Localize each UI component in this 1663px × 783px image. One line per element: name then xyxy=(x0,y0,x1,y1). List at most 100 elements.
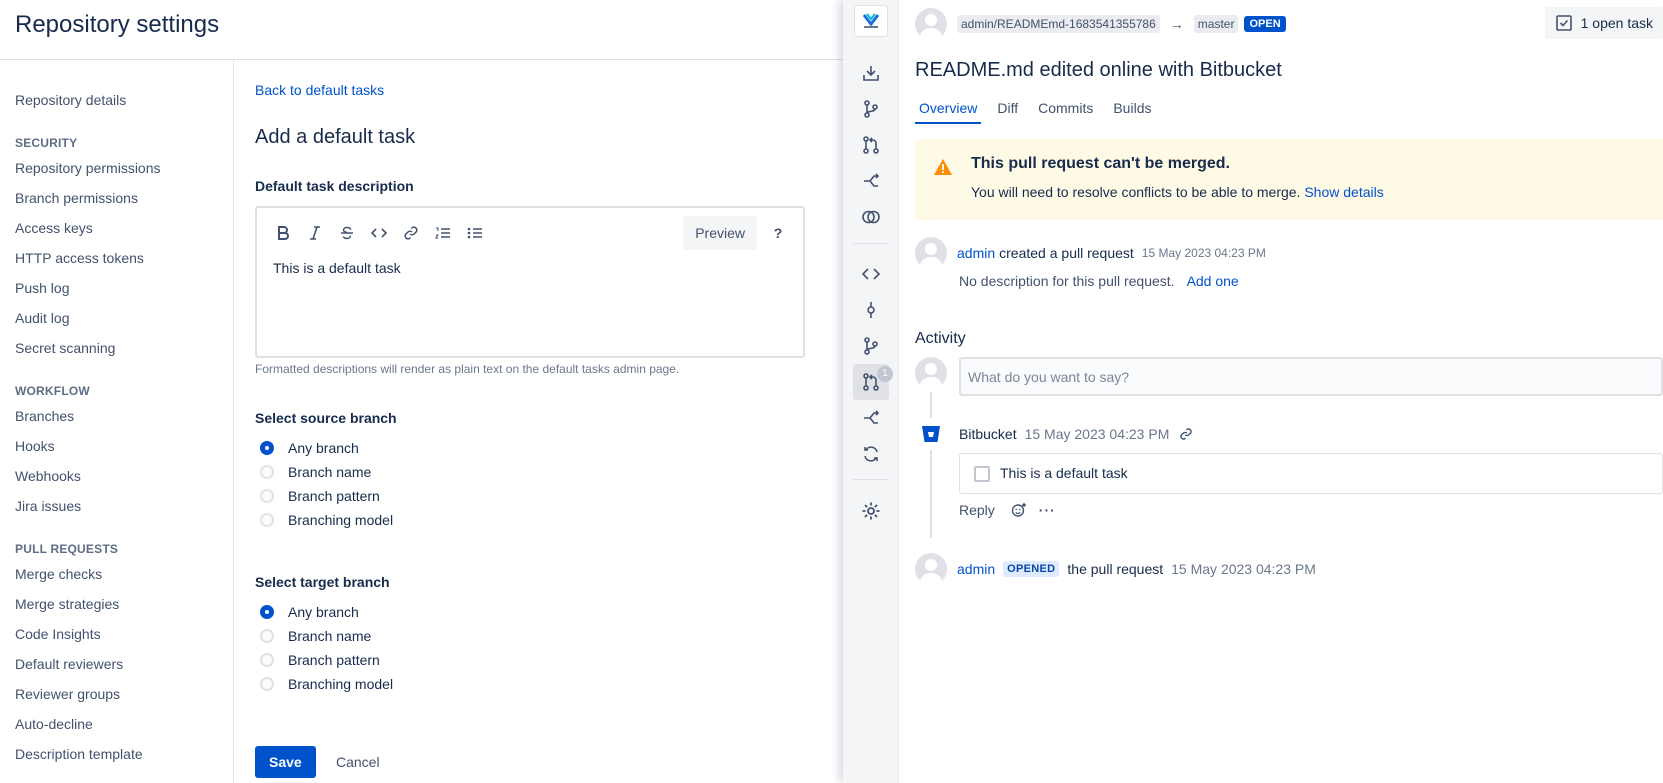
settings-sidebar: Repository details SECURITY Repository p… xyxy=(0,60,234,783)
pull-requests-icon[interactable]: 1 xyxy=(853,364,893,400)
nav-secret-scanning[interactable]: Secret scanning xyxy=(0,333,233,363)
link-icon[interactable] xyxy=(395,218,427,248)
comment-author: Bitbucket xyxy=(959,426,1017,442)
target-branch-ref[interactable]: master xyxy=(1193,15,1239,33)
nav-merge-strategies[interactable]: Merge strategies xyxy=(0,589,233,619)
radio-button[interactable] xyxy=(260,441,274,455)
compare-icon[interactable] xyxy=(853,199,889,235)
repository-settings-page: Repository settings Repository details S… xyxy=(0,0,843,783)
current-user-avatar xyxy=(915,357,947,389)
nav-access-keys[interactable]: Access keys xyxy=(0,213,233,243)
builds-icon[interactable] xyxy=(853,436,889,472)
pr-opened-event: admin OPENED the pull request 15 May 202… xyxy=(915,553,1316,585)
commits-icon[interactable] xyxy=(853,292,889,328)
help-button[interactable]: ? xyxy=(765,216,791,250)
task-checkbox[interactable] xyxy=(974,466,990,482)
radio-button[interactable] xyxy=(260,677,274,691)
bold-icon[interactable] xyxy=(267,218,299,248)
opened-badge: OPENED xyxy=(1003,561,1060,577)
cancel-button[interactable]: Cancel xyxy=(330,746,386,778)
comment-input[interactable] xyxy=(959,357,1663,396)
admin-avatar[interactable] xyxy=(915,237,947,269)
nav-code-insights[interactable]: Code Insights xyxy=(0,619,233,649)
nav-jira-issues[interactable]: Jira issues xyxy=(0,491,233,521)
forks-icon[interactable] xyxy=(853,400,889,436)
source-icon[interactable] xyxy=(853,256,889,292)
clone-icon[interactable] xyxy=(853,55,889,91)
show-details-link[interactable]: Show details xyxy=(1304,184,1383,200)
radio-label: Branching model xyxy=(288,676,394,692)
tab-overview[interactable]: Overview xyxy=(915,96,982,124)
nav-reviewer-groups[interactable]: Reviewer groups xyxy=(0,679,233,709)
target-branch-name-radio[interactable]: Branch name xyxy=(255,624,371,648)
branches-icon[interactable] xyxy=(853,328,889,364)
source-branching-model-radio[interactable]: Branching model xyxy=(255,508,393,532)
settings-gear-icon[interactable] xyxy=(853,493,889,529)
tab-commits[interactable]: Commits xyxy=(1034,96,1097,124)
opened-timestamp[interactable]: 15 May 2023 04:23 PM xyxy=(1171,561,1316,577)
back-to-default-tasks-link[interactable]: Back to default tasks xyxy=(255,82,384,98)
nav-merge-checks[interactable]: Merge checks xyxy=(0,559,233,589)
bullet-list-icon[interactable] xyxy=(459,218,491,248)
editor-content[interactable]: This is a default task xyxy=(273,260,401,276)
create-fork-icon[interactable] xyxy=(853,163,889,199)
source-any-branch-radio[interactable]: Any branch xyxy=(255,436,359,460)
admin-avatar[interactable] xyxy=(915,553,947,585)
open-tasks-button[interactable]: 1 open task xyxy=(1544,7,1663,39)
comment-timestamp[interactable]: 15 May 2023 04:23 PM xyxy=(1025,426,1170,442)
target-any-branch-radio[interactable]: Any branch xyxy=(255,600,359,624)
nav-default-reviewers[interactable]: Default reviewers xyxy=(0,649,233,679)
pr-header-meta: admin/READMEmd-1683541355786 → master OP… xyxy=(915,8,1286,40)
strikethrough-icon[interactable] xyxy=(331,218,363,248)
source-branch-name-radio[interactable]: Branch name xyxy=(255,460,371,484)
task-text: This is a default task xyxy=(1000,465,1128,481)
source-branch-ref[interactable]: admin/READMEmd-1683541355786 xyxy=(957,15,1160,33)
radio-button[interactable] xyxy=(260,629,274,643)
pr-title: README.md edited online with Bitbucket xyxy=(915,59,1282,81)
description-editor[interactable]: Preview ? This is a default task xyxy=(255,206,805,358)
more-actions-icon[interactable]: ··· xyxy=(1039,502,1056,518)
nav-branch-permissions[interactable]: Branch permissions xyxy=(0,183,233,213)
nav-audit-log[interactable]: Audit log xyxy=(0,303,233,333)
author-avatar[interactable] xyxy=(915,8,947,40)
reply-button[interactable]: Reply xyxy=(959,502,995,518)
nav-push-log[interactable]: Push log xyxy=(0,273,233,303)
radio-label: Any branch xyxy=(288,440,359,456)
nav-description-template[interactable]: Description template xyxy=(0,739,233,769)
radio-button[interactable] xyxy=(260,605,274,619)
save-button[interactable]: Save xyxy=(255,746,316,778)
permalink-icon[interactable] xyxy=(1179,427,1193,441)
add-reaction-icon[interactable] xyxy=(1011,502,1027,518)
tab-builds[interactable]: Builds xyxy=(1109,96,1155,124)
italic-icon[interactable] xyxy=(299,218,331,248)
radio-button[interactable] xyxy=(260,653,274,667)
created-by-user[interactable]: admin xyxy=(957,245,995,261)
numbered-list-icon[interactable] xyxy=(427,218,459,248)
nav-branches[interactable]: Branches xyxy=(0,401,233,431)
created-timestamp[interactable]: 15 May 2023 04:23 PM xyxy=(1142,246,1266,260)
pr-created-event: admin created a pull request 15 May 2023… xyxy=(915,237,1266,269)
nav-hooks[interactable]: Hooks xyxy=(0,431,233,461)
nav-repository-details[interactable]: Repository details xyxy=(0,85,233,115)
add-description-link[interactable]: Add one xyxy=(1187,273,1239,289)
radio-button[interactable] xyxy=(260,489,274,503)
target-branch-pattern-radio[interactable]: Branch pattern xyxy=(255,648,380,672)
nav-repository-permissions[interactable]: Repository permissions xyxy=(0,153,233,183)
tab-diff[interactable]: Diff xyxy=(993,96,1022,124)
target-branching-model-radio[interactable]: Branching model xyxy=(255,672,393,696)
merge-conflict-warning: This pull request can't be merged. You w… xyxy=(915,139,1663,220)
project-logo[interactable] xyxy=(854,5,888,37)
nav-webhooks[interactable]: Webhooks xyxy=(0,461,233,491)
radio-button[interactable] xyxy=(260,513,274,527)
nav-http-access-tokens[interactable]: HTTP access tokens xyxy=(0,243,233,273)
code-icon[interactable] xyxy=(363,218,395,248)
create-pull-request-icon[interactable] xyxy=(853,127,889,163)
radio-button[interactable] xyxy=(260,465,274,479)
description-help-text: Formatted descriptions will render as pl… xyxy=(255,362,680,376)
nav-auto-decline[interactable]: Auto-decline xyxy=(0,709,233,739)
create-branch-icon[interactable] xyxy=(853,91,889,127)
preview-button[interactable]: Preview xyxy=(683,216,757,250)
source-branch-pattern-radio[interactable]: Branch pattern xyxy=(255,484,380,508)
nav-heading-workflow: WORKFLOW xyxy=(15,384,90,398)
opened-by-user[interactable]: admin xyxy=(957,561,995,577)
